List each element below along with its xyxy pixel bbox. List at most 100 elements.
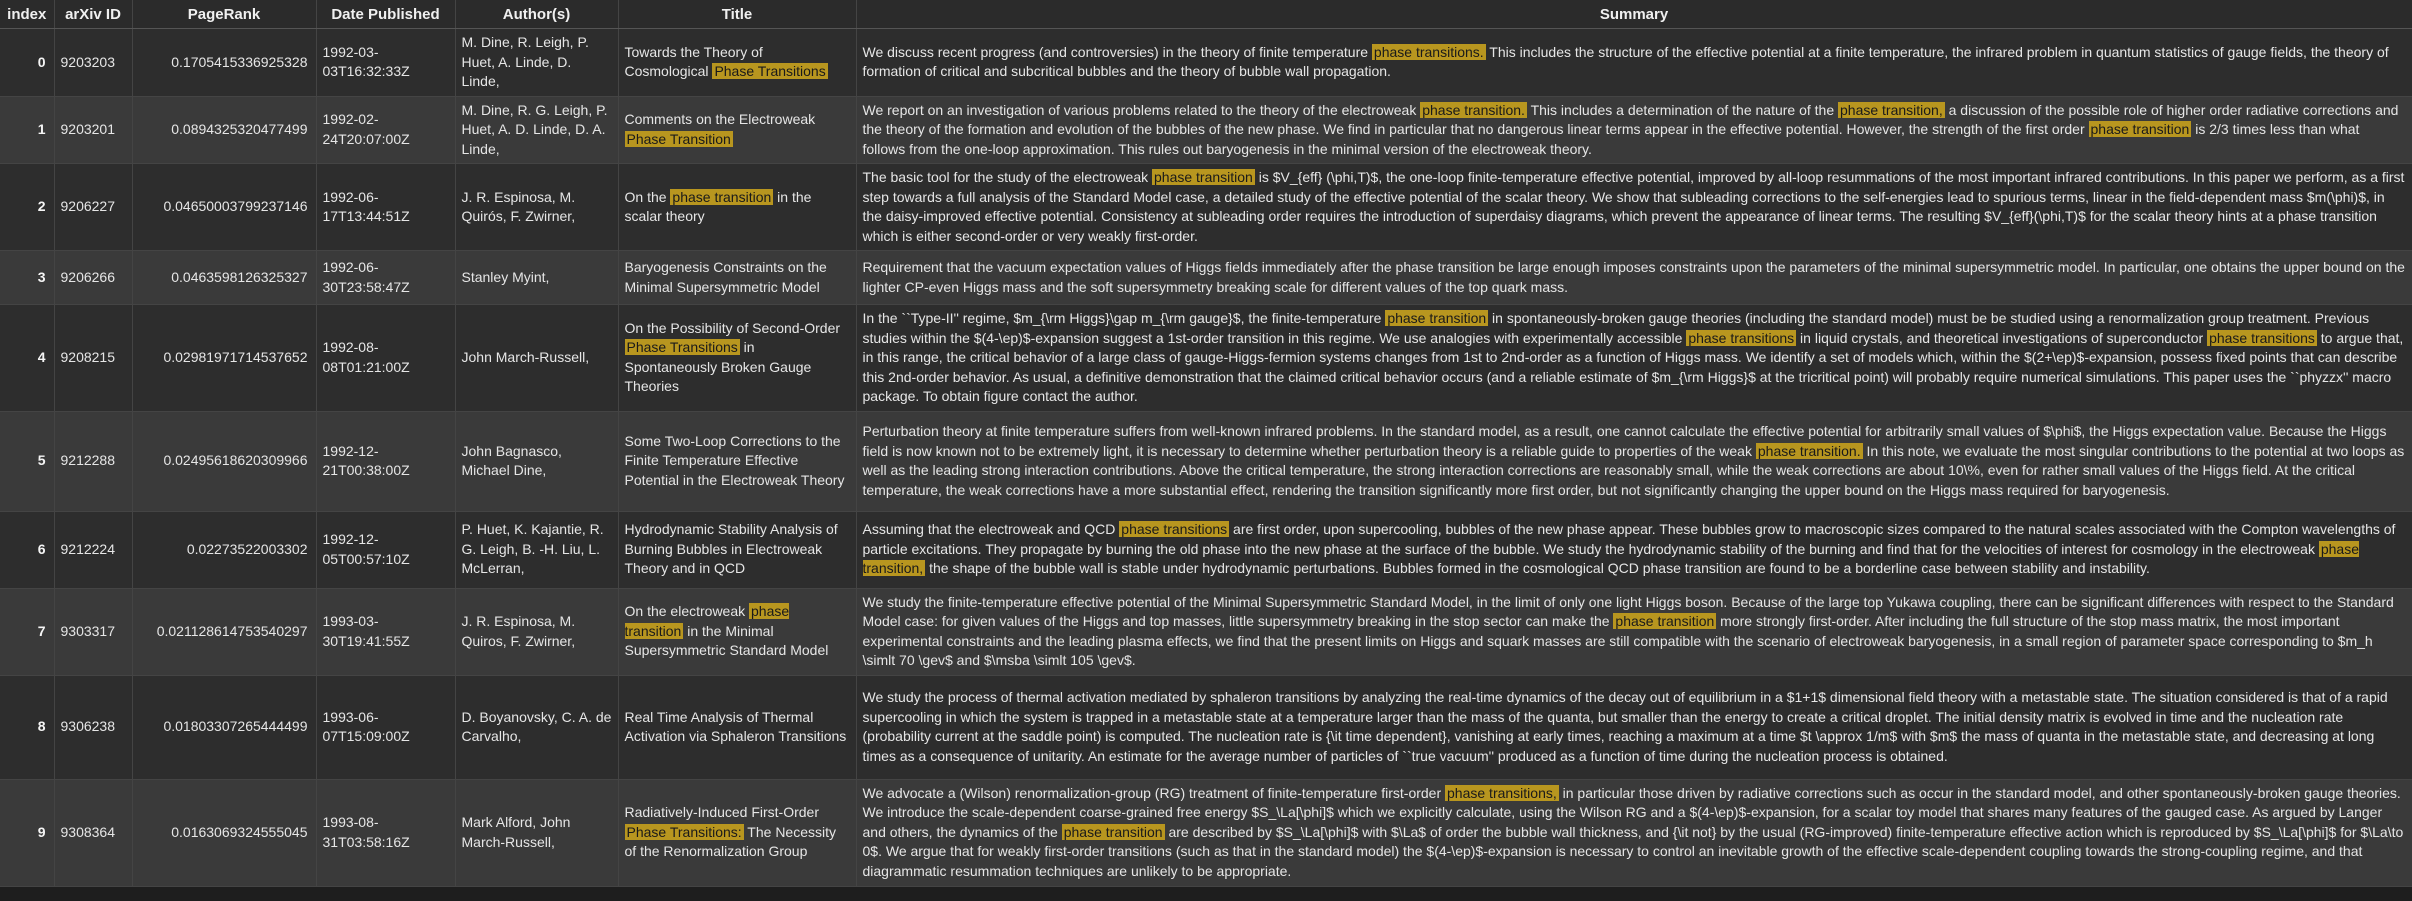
date-published-cell: 1993-06-07T15:09:00Z: [316, 675, 456, 780]
table-row[interactable]: 6 9212224 0.02273522003302 1992-12-05T00:57…: [0, 511, 2412, 589]
title-text: On the: [624, 188, 671, 205]
search-highlight: phase transition: [1152, 169, 1255, 185]
column-header-authors[interactable]: Author(s): [455, 0, 619, 29]
summary-cell: We study the finite-temperature effectiv…: [856, 588, 2412, 676]
summary-text: in liquid crystals, and theoretical inve…: [1796, 329, 2208, 346]
table-row[interactable]: 0 9203203 0.1705415336925328 1992-03-03T16:…: [0, 28, 2412, 97]
summary-cell: The basic tool for the study of the elec…: [856, 163, 2412, 251]
row-index: 8: [0, 675, 55, 780]
column-header-pagerank[interactable]: PageRank: [132, 0, 317, 29]
summary-text: Assuming that the electroweak and QCD: [862, 521, 1120, 538]
date-published-cell: 1993-08-31T03:58:16Z: [316, 779, 456, 887]
summary-cell: Assuming that the electroweak and QCD ph…: [856, 511, 2412, 589]
summary-cell: We discuss recent progress (and controve…: [856, 28, 2412, 97]
results-table: index arXiv ID PageRank Date Published A…: [0, 0, 2412, 887]
column-header-date-published[interactable]: Date Published: [316, 0, 456, 29]
authors-cell: J. R. Espinosa, M. Quiros, F. Zwirner,: [455, 588, 619, 676]
search-highlight: Phase Transitions:: [624, 823, 744, 840]
pagerank-cell: 0.02495618620309966: [132, 411, 317, 512]
row-index: 5: [0, 411, 55, 512]
summary-text: We advocate a (Wilson) renormalization-g…: [862, 784, 1446, 801]
search-highlight: phase transitions: [2207, 329, 2317, 346]
row-index: 3: [0, 250, 55, 305]
arxiv-id-cell: 9303317: [54, 588, 133, 676]
arxiv-id-cell: 9208215: [54, 304, 133, 412]
table-row[interactable]: 4 9208215 0.02981971714537652 1992-08-08T01…: [0, 304, 2412, 412]
row-index: 7: [0, 588, 55, 676]
arxiv-id-cell: 9212224: [54, 511, 133, 589]
title-text: Hydrodynamic Stability Analysis of Burni…: [624, 521, 838, 577]
authors-cell: M. Dine, R. G. Leigh, P. Huet, A. D. Lin…: [455, 96, 619, 164]
search-highlight: Phase Transition: [624, 130, 733, 147]
table-row[interactable]: 2 9206227 0.04650003799237146 1992-06-17T13…: [0, 163, 2412, 251]
table-body: 0 9203203 0.1705415336925328 1992-03-03T16:…: [0, 28, 2412, 887]
summary-text: This includes a determination of the nat…: [1526, 101, 1838, 118]
title-cell: Hydrodynamic Stability Analysis of Burni…: [618, 511, 857, 589]
search-highlight: Phase Transitions: [712, 63, 828, 80]
arxiv-id-cell: 9203201: [54, 96, 133, 164]
summary-text: In the ``Type-II'' regime, $m_{\rm Higgs…: [862, 310, 1386, 326]
title-text: On the Possibility of Second-Order: [624, 319, 841, 336]
pagerank-cell: 0.02273522003302: [132, 511, 317, 589]
title-cell: Baryogenesis Constraints on the Minimal …: [618, 250, 857, 305]
summary-cell: Requirement that the vacuum expectation …: [856, 250, 2412, 305]
date-published-cell: 1992-12-05T00:57:10Z: [316, 511, 456, 589]
arxiv-id-cell: 9203203: [54, 28, 133, 97]
authors-cell: John March-Russell,: [455, 304, 619, 412]
title-cell: Radiatively-Induced First-Order Phase Tr…: [618, 779, 857, 887]
header-row: index arXiv ID PageRank Date Published A…: [0, 0, 2412, 29]
title-cell: Some Two-Loop Corrections to the Finite …: [618, 411, 857, 512]
summary-cell: We study the process of thermal activati…: [856, 675, 2412, 780]
column-header-arxiv-id[interactable]: arXiv ID: [54, 0, 133, 29]
search-highlight: phase transition: [1061, 823, 1165, 840]
date-published-cell: 1992-03-03T16:32:33Z: [316, 28, 456, 97]
search-highlight: phase transitions: [1686, 329, 1797, 346]
summary-text: the shape of the bubble wall is stable u…: [925, 560, 2150, 577]
table-row[interactable]: 7 9303317 0.021128614753540297 1993-03-30T1…: [0, 588, 2412, 676]
pagerank-cell: 0.0894325320477499: [132, 96, 317, 164]
title-cell: On the phase transition in the scalar th…: [618, 163, 857, 251]
arxiv-id-cell: 9306238: [54, 675, 133, 780]
summary-text: We report on an investigation of various…: [862, 101, 1421, 118]
table-row[interactable]: 8 9306238 0.01803307265444499 1993-06-07T15…: [0, 675, 2412, 780]
title-cell: Towards the Theory of Cosmological Phase…: [618, 28, 857, 97]
search-highlight: phase transitions: [1119, 521, 1230, 538]
summary-text: The basic tool for the study of the elec…: [862, 169, 1152, 185]
row-index: 2: [0, 163, 55, 251]
title-text: Real Time Analysis of Thermal Activation…: [624, 708, 847, 745]
title-cell: On the Possibility of Second-Order Phase…: [618, 304, 857, 412]
search-highlight: phase transition: [670, 188, 774, 205]
date-published-cell: 1992-06-30T23:58:47Z: [316, 250, 456, 305]
column-header-title[interactable]: Title: [618, 0, 857, 29]
summary-text: Requirement that the vacuum expectation …: [862, 259, 2405, 295]
table-row[interactable]: 3 9206266 0.0463598126325327 1992-06-30T23:…: [0, 250, 2412, 305]
column-header-index[interactable]: index: [0, 0, 55, 29]
row-index: 6: [0, 511, 55, 589]
row-index: 9: [0, 779, 55, 887]
authors-cell: M. Dine, R. Leigh, P. Huet, A. Linde, D.…: [455, 28, 619, 97]
search-highlight: phase transition: [1385, 310, 1489, 326]
search-highlight: phase transition: [2088, 121, 2192, 137]
date-published-cell: 1992-02-24T20:07:00Z: [316, 96, 456, 164]
title-text: Comments on the Electroweak: [624, 111, 816, 128]
search-highlight: phase transitions,: [1445, 784, 1559, 801]
title-cell: Real Time Analysis of Thermal Activation…: [618, 675, 857, 780]
date-published-cell: 1992-08-08T01:21:00Z: [316, 304, 456, 412]
pagerank-cell: 0.04650003799237146: [132, 163, 317, 251]
pagerank-cell: 0.021128614753540297: [132, 588, 317, 676]
table-row[interactable]: 9 9308364 0.0163069324555045 1993-08-31T03:…: [0, 779, 2412, 887]
date-published-cell: 1993-03-30T19:41:55Z: [316, 588, 456, 676]
search-highlight: phase transition: [1613, 613, 1717, 629]
arxiv-id-cell: 9308364: [54, 779, 133, 887]
column-header-summary[interactable]: Summary: [856, 0, 2412, 29]
summary-cell: Perturbation theory at finite temperatur…: [856, 411, 2412, 512]
pagerank-cell: 0.1705415336925328: [132, 28, 317, 97]
table-row[interactable]: 5 9212288 0.02495618620309966 1992-12-21T00…: [0, 411, 2412, 512]
row-index: 0: [0, 28, 55, 97]
title-text: Radiatively-Induced First-Order: [624, 804, 820, 821]
title-text: Baryogenesis Constraints on the Minimal …: [624, 259, 827, 295]
summary-cell: We report on an investigation of various…: [856, 96, 2412, 164]
search-highlight: phase transition.: [1420, 101, 1527, 118]
search-highlight: phase transition.: [1755, 442, 1863, 459]
table-row[interactable]: 1 9203201 0.0894325320477499 1992-02-24T20:…: [0, 96, 2412, 164]
